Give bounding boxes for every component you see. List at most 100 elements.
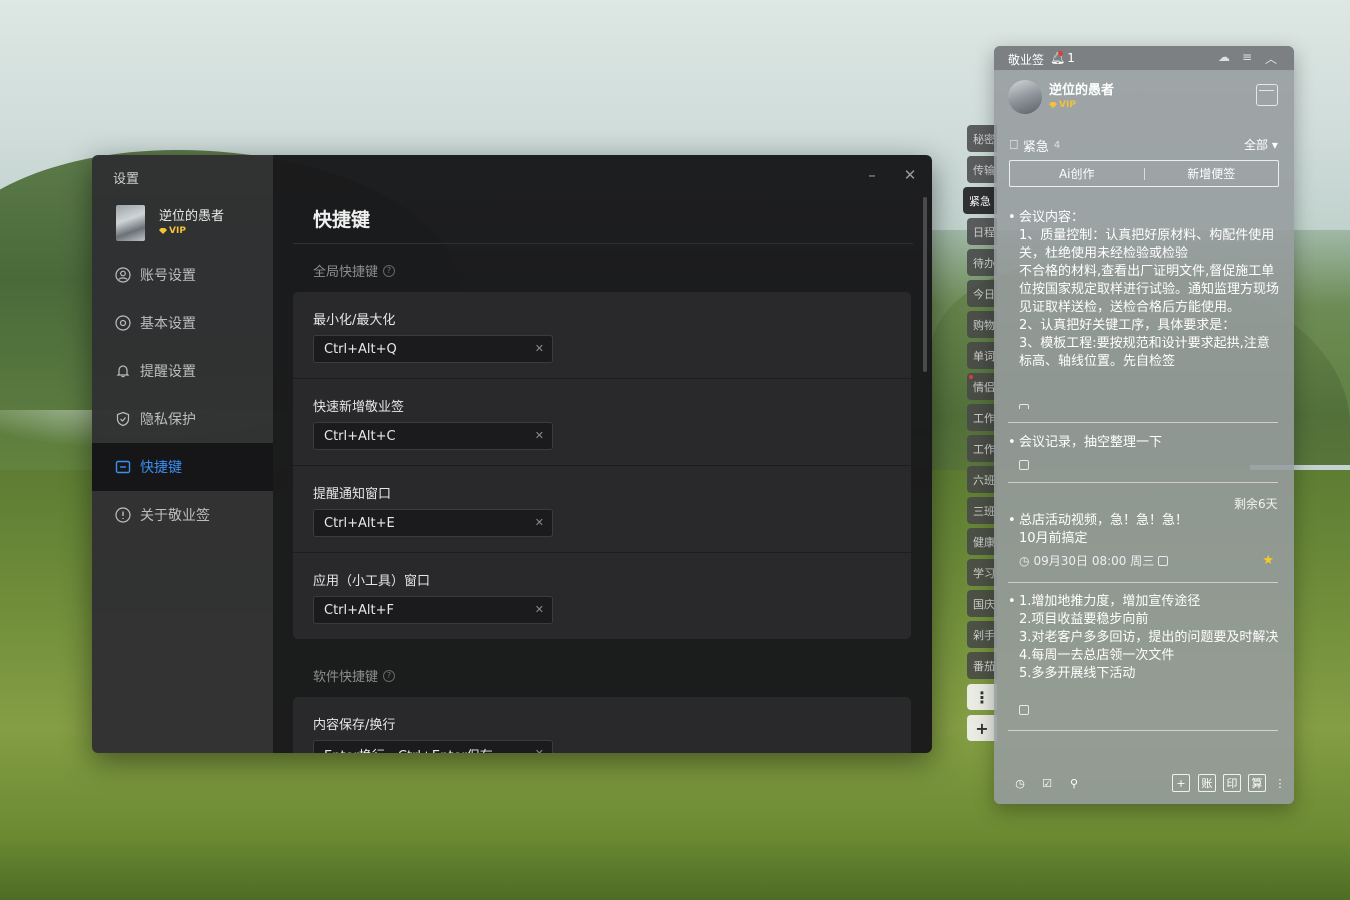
clock-icon: ◷ — [1019, 554, 1030, 568]
tab-category[interactable]: 学习 — [967, 559, 997, 586]
clear-icon[interactable]: ✕ — [535, 516, 544, 529]
tab-category[interactable]: 工作 — [967, 404, 997, 431]
help-icon[interactable]: ? — [383, 264, 396, 277]
lock-icon — [1158, 556, 1169, 566]
add-icon[interactable]: + — [1172, 774, 1190, 792]
divider — [1008, 730, 1278, 731]
tab-label: 情侣 — [973, 380, 995, 394]
filter-dropdown[interactable]: 全部 ▾ — [1244, 136, 1278, 153]
checklist-icon[interactable]: ☑ — [1038, 774, 1056, 792]
avatar — [116, 205, 145, 241]
close-button[interactable]: ✕ — [900, 165, 920, 185]
divider — [1008, 582, 1278, 583]
tab-category[interactable]: 今日 — [967, 280, 997, 307]
nav-account[interactable]: 账号设置 — [92, 251, 273, 299]
section-title: 软件快捷键 — [313, 670, 379, 685]
nav-label: 基本设置 — [140, 316, 196, 332]
hotkey-value: Ctrl+Alt+F — [324, 602, 394, 618]
remaining-days: 剩余6天 — [1234, 497, 1278, 511]
help-icon[interactable]: ? — [383, 669, 396, 682]
tab-category[interactable]: 待办 — [967, 249, 997, 276]
clear-icon[interactable]: ✕ — [535, 429, 544, 442]
new-note-button[interactable]: 新增便签 — [1145, 165, 1279, 182]
shortcut-row: 快速新增敬业签 Ctrl+Alt+C ✕ — [293, 379, 911, 466]
hotkey-value: Enter换行，Ctrl+Enter保存 — [324, 745, 493, 754]
tab-category[interactable]: 购物 — [967, 311, 997, 338]
tab-category[interactable]: 传输 — [967, 156, 997, 183]
panel-titlebar: 敬业签 🔔︎ 1 ☁ ≡ ︿ — [994, 46, 1294, 70]
tab-category[interactable]: 单词 — [967, 342, 997, 369]
tab-category[interactable]: 情侣 — [967, 373, 997, 400]
unread-dot — [1058, 51, 1063, 56]
ai-create-button[interactable]: Ai创作 — [1010, 165, 1144, 182]
tab-category[interactable]: 剁手 — [967, 621, 997, 648]
calculator-icon[interactable]: 算 — [1248, 774, 1266, 792]
lock-icon — [1019, 460, 1029, 470]
nav-privacy[interactable]: 隐私保护 — [92, 395, 273, 443]
bullet: • — [1008, 513, 1016, 528]
nav-label: 关于敬业签 — [140, 508, 210, 524]
clock-icon[interactable]: ◷ — [1011, 774, 1029, 792]
bullet: • — [1008, 594, 1016, 609]
hotkey-value: Ctrl+Alt+E — [324, 515, 395, 531]
nav-shortcuts[interactable]: 快捷键 — [92, 443, 273, 491]
hotkey-input[interactable]: Enter换行，Ctrl+Enter保存 ✕ — [313, 740, 553, 753]
tab-category[interactable]: 国庆 — [967, 590, 997, 617]
tab-category-active[interactable]: 紧急 — [963, 187, 997, 214]
notification-bell[interactable]: 🔔︎ 1 — [1050, 51, 1075, 65]
ledger-icon[interactable]: 账 — [1198, 774, 1216, 792]
nav-label: 快捷键 — [140, 460, 182, 476]
cloud-sync-icon[interactable]: ☁ — [1218, 50, 1230, 64]
note-text: 总店活动视频，急！急！急！ 10月前搞定 — [1019, 513, 1189, 546]
tab-category[interactable]: 健康 — [967, 528, 997, 555]
more-tabs-button[interactable]: ⋮ — [967, 684, 997, 710]
nav-basic[interactable]: 基本设置 — [92, 299, 273, 347]
shortcut-label: 内容保存/换行 — [313, 718, 396, 733]
nav-about[interactable]: 关于敬业签 — [92, 491, 273, 539]
software-shortcuts-card: 内容保存/换行 Enter换行，Ctrl+Enter保存 ✕ — [293, 697, 911, 753]
stamp-icon[interactable]: 印 — [1223, 774, 1241, 792]
scrollbar[interactable] — [923, 197, 927, 372]
tab-category[interactable]: 三班 — [967, 497, 997, 524]
user-icon — [115, 267, 131, 283]
bell-icon — [115, 363, 131, 379]
minimize-button[interactable]: – — [862, 165, 882, 185]
calendar-icon[interactable] — [1256, 84, 1278, 106]
menu-icon[interactable]: ≡ — [1242, 50, 1252, 64]
note-text: 1.增加地推力度，增加宣传途径 2.项目收益要稳步向前 3.对老客户多多回访，提… — [1019, 594, 1279, 681]
hotkey-input[interactable]: Ctrl+Alt+F ✕ — [313, 596, 553, 624]
panel-user[interactable]: 逆位的愚者 VIP — [1008, 80, 1114, 114]
tab-category[interactable]: 工作 — [967, 435, 997, 462]
hotkey-input[interactable]: Ctrl+Alt+C ✕ — [313, 422, 553, 450]
tab-category[interactable]: 日程 — [967, 218, 997, 245]
add-tab-button[interactable]: + — [967, 715, 997, 741]
diamond-icon — [1049, 102, 1057, 108]
note-item[interactable]: • 总店活动视频，急！急！急！ 10月前搞定 ◷ 09月30日 08:00 周三 … — [1008, 512, 1280, 570]
page-title: 快捷键 — [313, 209, 371, 231]
action-bar: Ai创作 新增便签 — [1009, 160, 1279, 187]
note-item[interactable]: • 会议记录，抽空整理一下 — [1008, 434, 1280, 470]
more-icon[interactable]: ⋮ — [1271, 774, 1289, 792]
hotkey-input[interactable]: Ctrl+Alt+E ✕ — [313, 509, 553, 537]
category-name: 紧急 — [1022, 140, 1049, 155]
keyboard-icon — [115, 459, 131, 475]
user-profile[interactable]: 逆位的愚者 VIP — [116, 205, 224, 241]
star-icon[interactable]: ★ — [1262, 552, 1274, 570]
clear-icon[interactable]: ✕ — [535, 747, 544, 753]
collapse-icon[interactable]: ︿ — [1265, 50, 1277, 67]
tab-category[interactable]: 秘密 — [967, 125, 997, 152]
note-item[interactable]: • 会议内容： 1、质量控制：认真把好原材料、构配件使用关，杜绝使用未经检验或检… — [1008, 209, 1280, 409]
shortcut-row: 内容保存/换行 Enter换行，Ctrl+Enter保存 ✕ — [293, 697, 911, 753]
vip-label: VIP — [169, 226, 186, 236]
lock-icon — [1019, 404, 1029, 409]
sticky-note-panel: 敬业签 🔔︎ 1 ☁ ≡ ︿ 逆位的愚者 VIP ⎕ 紧急 4 全部 ▾ Ai创作… — [994, 46, 1294, 804]
clear-icon[interactable]: ✕ — [535, 603, 544, 616]
clear-icon[interactable]: ✕ — [535, 342, 544, 355]
search-icon[interactable]: ⚲ — [1065, 774, 1083, 792]
app-title: 敬业签 — [1008, 53, 1045, 67]
note-item[interactable]: • 1.增加地推力度，增加宣传途径 2.项目收益要稳步向前 3.对老客户多多回访… — [1008, 593, 1280, 715]
hotkey-input[interactable]: Ctrl+Alt+Q ✕ — [313, 335, 553, 363]
tab-category[interactable]: 六班 — [967, 466, 997, 493]
nav-reminder[interactable]: 提醒设置 — [92, 347, 273, 395]
tab-category[interactable]: 番茄 — [967, 652, 997, 679]
